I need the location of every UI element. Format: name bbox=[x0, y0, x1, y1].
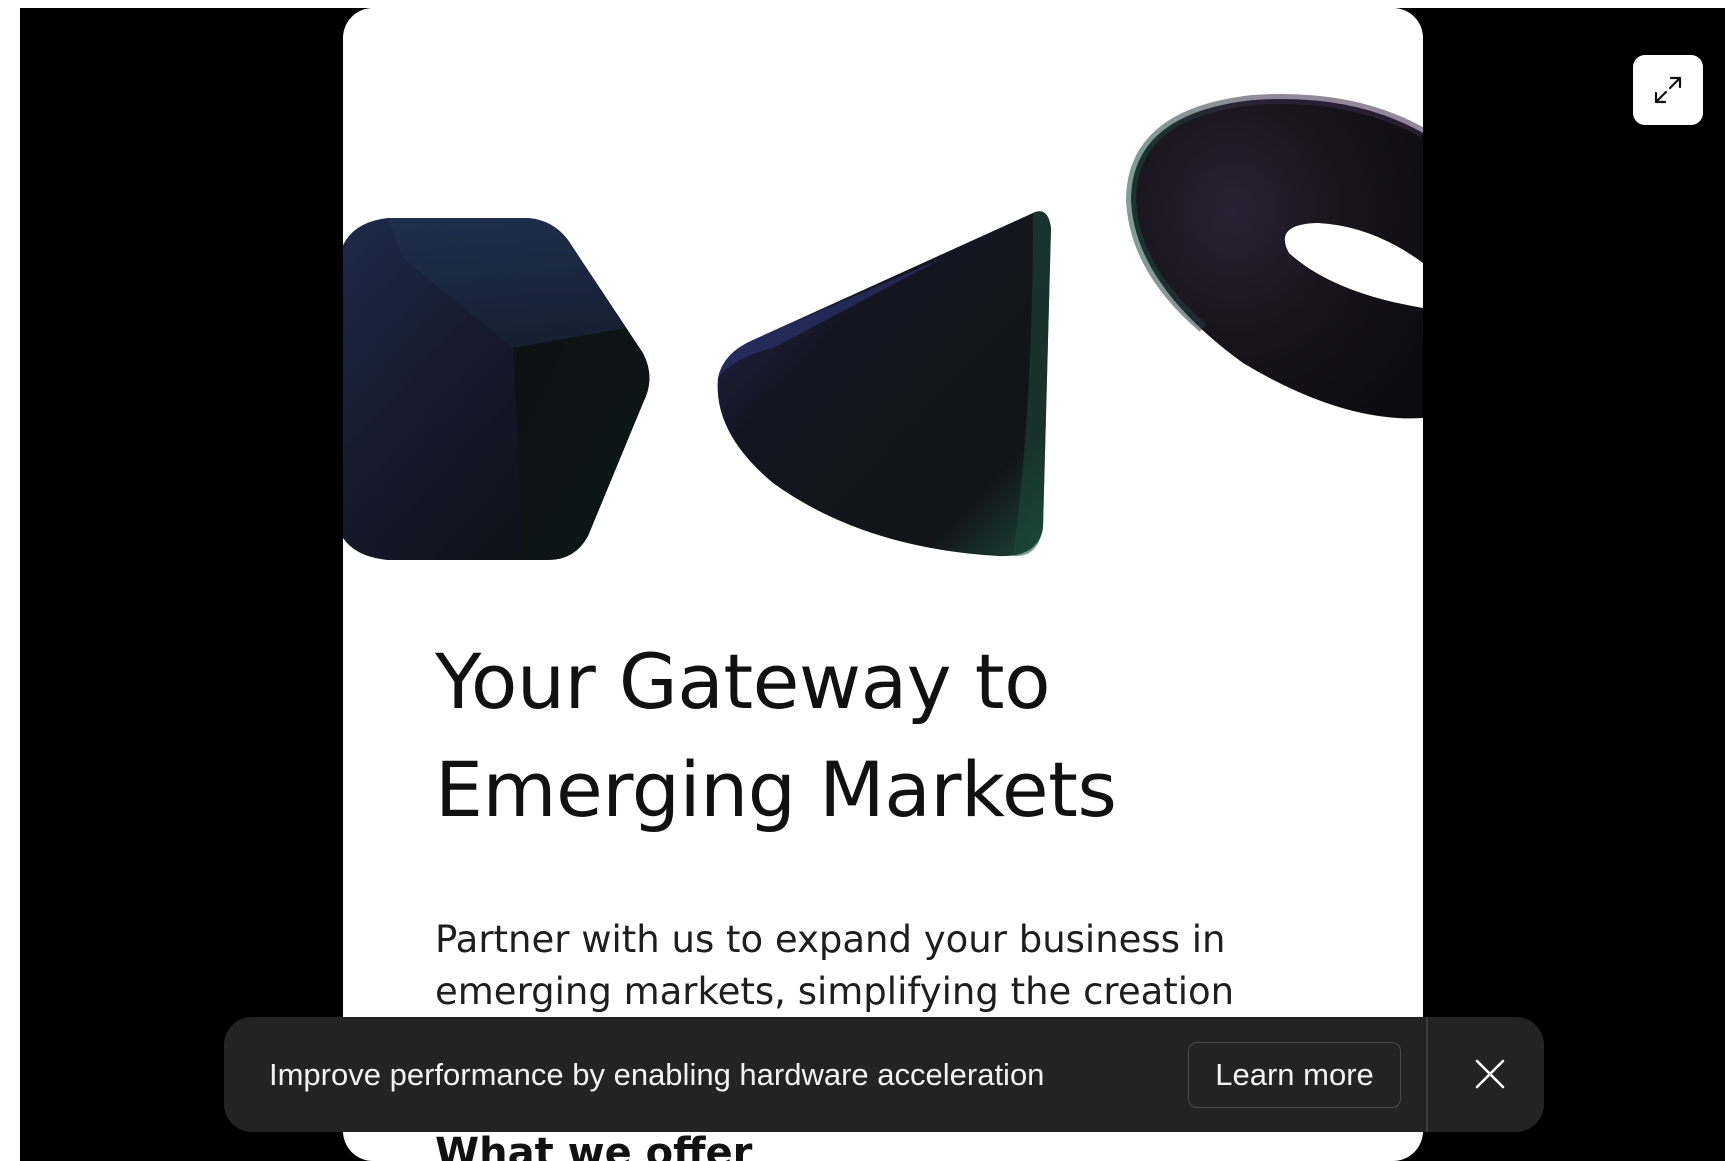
learn-more-button[interactable]: Learn more bbox=[1188, 1042, 1401, 1108]
hero-title: Your Gateway to Emerging Markets bbox=[435, 628, 1375, 844]
image-viewer: Your Gateway to Emerging Markets Partner… bbox=[20, 8, 1725, 1161]
section-heading-what-we-offer: What we offer bbox=[435, 1130, 753, 1161]
hero-description: Partner with us to expand your business … bbox=[435, 914, 1365, 1018]
expand-diagonal-icon bbox=[1654, 76, 1682, 104]
hero-description-line-1: Partner with us to expand your business … bbox=[435, 918, 1226, 961]
close-icon bbox=[1475, 1059, 1505, 1089]
torus-shape bbox=[1125, 93, 1423, 419]
toast-divider bbox=[1426, 1017, 1428, 1132]
landing-page-card: Your Gateway to Emerging Markets Partner… bbox=[343, 8, 1423, 1161]
hero-title-line-2: Emerging Markets bbox=[435, 745, 1117, 834]
hardware-acceleration-toast: Improve performance by enabling hardware… bbox=[224, 1017, 1544, 1132]
close-toast-button[interactable] bbox=[1460, 1044, 1520, 1104]
cube-shape bbox=[343, 218, 650, 560]
toast-message: Improve performance by enabling hardware… bbox=[269, 1057, 1045, 1092]
expand-button[interactable] bbox=[1633, 55, 1703, 125]
hero-title-line-1: Your Gateway to bbox=[435, 637, 1051, 726]
hero-description-line-2: emerging markets, simplifying the creati… bbox=[435, 970, 1235, 1013]
cone-shape bbox=[717, 211, 1051, 557]
hero-3d-shapes bbox=[343, 93, 1423, 560]
